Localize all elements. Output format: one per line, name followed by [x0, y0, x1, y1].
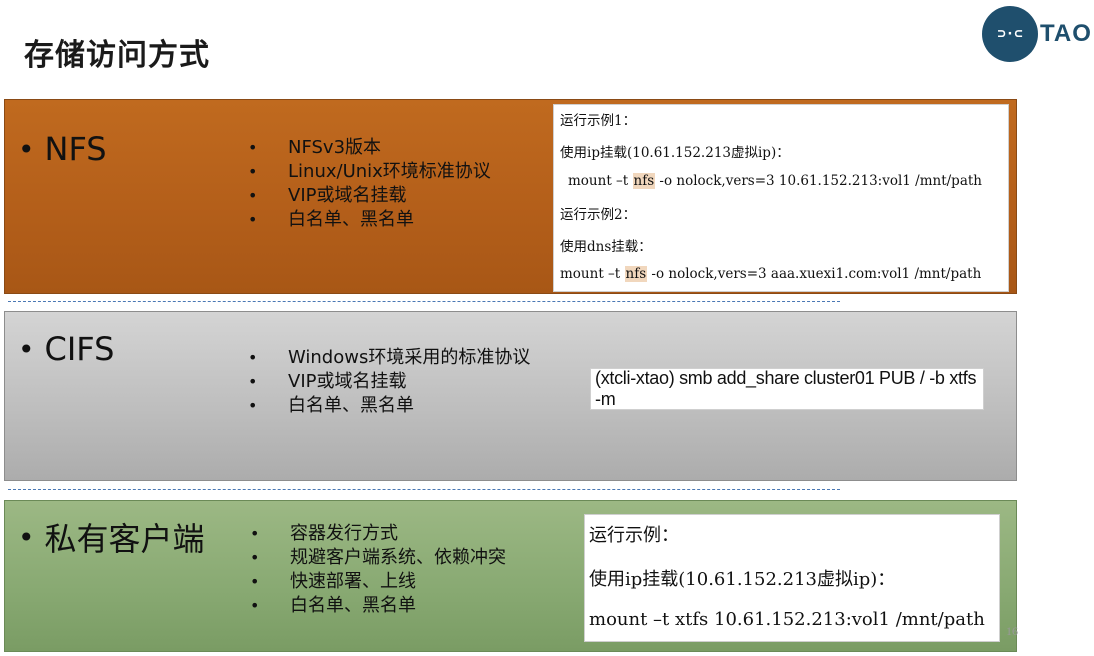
cmd-prefix: mount –t [560, 266, 625, 282]
section-divider [8, 301, 840, 302]
page-number: 16 [1006, 624, 1018, 638]
list-item: 快速部署、上线 [250, 570, 506, 594]
cmd-highlight: nfs [632, 173, 656, 189]
example-command: mount –t nfs -o nolock,vers=3 aaa.xuexi1… [560, 266, 981, 282]
cifs-heading: • CIFS [18, 330, 114, 368]
slide-title: 存储访问方式 [24, 38, 210, 73]
list-item: NFSv3版本 [248, 136, 491, 160]
list-item: 容器发行方式 [250, 522, 506, 546]
cifs-command-box: (xtcli-xtao) smb add_share cluster01 PUB… [590, 368, 984, 410]
nfs-example-box: 运行示例1： 使用ip挂载(10.61.152.213虚拟ip)： mount … [553, 104, 1009, 292]
private-bullet-list: 容器发行方式 规避客户端系统、依赖冲突 快速部署、上线 白名单、黑名单 [250, 522, 506, 618]
bullet-dot-icon: • [18, 132, 35, 166]
nfs-bullet-list: NFSv3版本 Linux/Unix环境标准协议 VIP或域名挂载 白名单、黑名… [248, 136, 491, 232]
cmd-suffix: -o nolock,vers=3 10.61.152.213:vol1 /mnt… [655, 173, 982, 189]
list-item: Linux/Unix环境标准协议 [248, 160, 491, 184]
cmd-highlight: nfs [624, 266, 648, 282]
logo-text: TAO [1040, 20, 1092, 47]
bullet-dot-icon: • [18, 520, 35, 554]
example-line: 运行示例： [589, 525, 679, 546]
example-line: 使用dns挂载： [560, 239, 652, 255]
example-line: 运行示例1： [560, 113, 637, 129]
list-item: 白名单、黑名单 [248, 208, 491, 232]
private-heading: • 私有客户端 [18, 514, 205, 560]
bullet-dot-icon: • [18, 332, 35, 366]
cifs-bullet-list: Windows环境采用的标准协议 VIP或域名挂载 白名单、黑名单 [248, 346, 530, 418]
list-item: 白名单、黑名单 [248, 394, 530, 418]
example-line: 使用ip挂载(10.61.152.213虚拟ip)： [589, 569, 896, 590]
nfs-heading: • NFS [18, 130, 107, 168]
cifs-heading-text: CIFS [44, 330, 115, 368]
company-logo: ⊃·⊂ TAO [982, 6, 1092, 62]
example-line: 运行示例2： [560, 207, 637, 223]
example-line: 使用ip挂载(10.61.152.213虚拟ip)： [560, 145, 790, 161]
logo-mark: ⊃·⊂ [997, 26, 1023, 42]
list-item: 白名单、黑名单 [250, 594, 506, 618]
example-command: mount –t xtfs 10.61.152.213:vol1 /mnt/pa… [589, 609, 985, 630]
nfs-heading-text: NFS [44, 130, 107, 168]
list-item: VIP或域名挂载 [248, 370, 530, 394]
private-heading-text: 私有客户端 [44, 520, 205, 558]
cmd-suffix: -o nolock,vers=3 aaa.xuexi1.com:vol1 /mn… [647, 266, 982, 282]
list-item: Windows环境采用的标准协议 [248, 346, 530, 370]
section-divider [8, 489, 840, 490]
cmd-prefix: mount –t [568, 173, 633, 189]
list-item: 规避客户端系统、依赖冲突 [250, 546, 506, 570]
private-example-box: 运行示例： 使用ip挂载(10.61.152.213虚拟ip)： mount –… [584, 514, 1000, 642]
list-item: VIP或域名挂载 [248, 184, 491, 208]
example-command: mount –t nfs -o nolock,vers=3 10.61.152.… [568, 173, 982, 189]
